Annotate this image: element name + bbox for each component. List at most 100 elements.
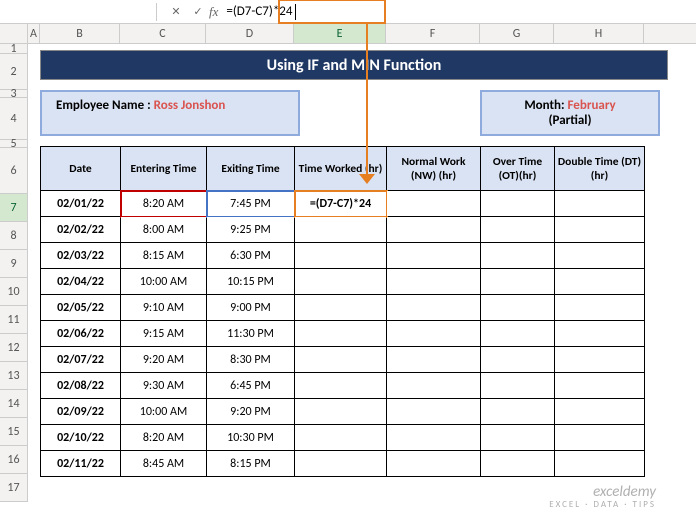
cell[interactable]: 10:15 PM: [207, 269, 295, 295]
cell[interactable]: [387, 321, 481, 347]
cell[interactable]: 02/06/22: [41, 321, 121, 347]
table-row[interactable]: 02/06/229:15 AM11:30 PM: [41, 321, 645, 347]
table-row[interactable]: 02/03/228:15 AM6:30 PM: [41, 243, 645, 269]
row-10[interactable]: 10: [0, 278, 28, 306]
cell[interactable]: [555, 295, 645, 321]
cell[interactable]: [295, 373, 387, 399]
cell[interactable]: 9:10 AM: [121, 295, 207, 321]
cell[interactable]: [387, 217, 481, 243]
cell-worked-editing[interactable]: =(D7-C7)*24: [295, 191, 387, 217]
cell[interactable]: 9:00 PM: [207, 295, 295, 321]
row-16[interactable]: 16: [0, 446, 28, 474]
cell[interactable]: [481, 373, 555, 399]
row-13[interactable]: 13: [0, 362, 28, 390]
table-row[interactable]: 02/05/229:10 AM9:00 PM: [41, 295, 645, 321]
cell[interactable]: 8:00 AM: [121, 217, 207, 243]
cell[interactable]: [481, 347, 555, 373]
row-1[interactable]: 1: [0, 44, 28, 54]
cell[interactable]: 6:30 PM: [207, 243, 295, 269]
cell[interactable]: [387, 191, 481, 217]
cell[interactable]: 02/04/22: [41, 269, 121, 295]
cell[interactable]: 02/07/22: [41, 347, 121, 373]
cell[interactable]: [481, 321, 555, 347]
col-e[interactable]: E: [294, 24, 386, 43]
col-c[interactable]: C: [120, 24, 206, 43]
cell[interactable]: [481, 399, 555, 425]
cell[interactable]: [481, 243, 555, 269]
cell[interactable]: [481, 451, 555, 477]
row-3[interactable]: 3: [0, 90, 28, 98]
cell[interactable]: [555, 321, 645, 347]
cell[interactable]: 02/11/22: [41, 451, 121, 477]
fx-icon[interactable]: fx: [209, 4, 218, 20]
cell[interactable]: [555, 373, 645, 399]
cell[interactable]: [295, 243, 387, 269]
cell[interactable]: [555, 399, 645, 425]
table-row[interactable]: 02/10/228:20 AM10:30 PM: [41, 425, 645, 451]
row-12[interactable]: 12: [0, 334, 28, 362]
cell[interactable]: 9:20 PM: [207, 399, 295, 425]
cell[interactable]: [295, 347, 387, 373]
cell[interactable]: [555, 425, 645, 451]
row-8[interactable]: 8: [0, 222, 28, 250]
cell[interactable]: [387, 451, 481, 477]
col-d[interactable]: D: [206, 24, 294, 43]
cell[interactable]: 9:30 AM: [121, 373, 207, 399]
row-7[interactable]: 7: [0, 194, 28, 222]
cell[interactable]: 9:25 PM: [207, 217, 295, 243]
row-5[interactable]: 5: [0, 140, 28, 148]
cell[interactable]: [387, 243, 481, 269]
table-row[interactable]: 02/08/229:30 AM6:45 PM: [41, 373, 645, 399]
formula-input[interactable]: =(D7-C7)*24: [226, 4, 292, 19]
row-9[interactable]: 9: [0, 250, 28, 278]
col-a[interactable]: A: [28, 24, 40, 43]
cell-enter[interactable]: 8:20 AM: [121, 191, 207, 217]
cell[interactable]: [481, 425, 555, 451]
cell[interactable]: [555, 269, 645, 295]
cell[interactable]: [387, 347, 481, 373]
cell[interactable]: [481, 295, 555, 321]
table-row[interactable]: 02/02/228:00 AM9:25 PM: [41, 217, 645, 243]
cell[interactable]: [387, 295, 481, 321]
cell-exit[interactable]: 7:45 PM: [207, 191, 295, 217]
cell[interactable]: [387, 399, 481, 425]
col-g[interactable]: G: [480, 24, 554, 43]
row-14[interactable]: 14: [0, 390, 28, 418]
cell[interactable]: [295, 399, 387, 425]
cell[interactable]: 02/10/22: [41, 425, 121, 451]
cell-date[interactable]: 02/01/22: [41, 191, 121, 217]
cell[interactable]: [387, 373, 481, 399]
cell[interactable]: 9:15 AM: [121, 321, 207, 347]
table-row[interactable]: 02/01/22 8:20 AM 7:45 PM =(D7-C7)*24: [41, 191, 645, 217]
cell[interactable]: [555, 217, 645, 243]
col-f[interactable]: F: [386, 24, 480, 43]
table-row[interactable]: 02/09/2210:00 AM9:20 PM: [41, 399, 645, 425]
cell[interactable]: [481, 191, 555, 217]
cell[interactable]: 02/08/22: [41, 373, 121, 399]
cell[interactable]: 11:30 PM: [207, 321, 295, 347]
row-11[interactable]: 11: [0, 306, 28, 334]
cell[interactable]: 02/02/22: [41, 217, 121, 243]
table-row[interactable]: 02/07/229:20 AM8:30 PM: [41, 347, 645, 373]
row-17[interactable]: 17: [0, 474, 28, 502]
cell[interactable]: [555, 191, 645, 217]
cell[interactable]: 10:00 AM: [121, 269, 207, 295]
cell[interactable]: 8:20 AM: [121, 425, 207, 451]
cell[interactable]: [295, 451, 387, 477]
cell[interactable]: [555, 347, 645, 373]
cell[interactable]: 8:30 PM: [207, 347, 295, 373]
cell[interactable]: [555, 451, 645, 477]
cell[interactable]: 10:00 AM: [121, 399, 207, 425]
col-b[interactable]: B: [40, 24, 120, 43]
cancel-icon[interactable]: ✕: [169, 5, 183, 19]
cell[interactable]: 6:45 PM: [207, 373, 295, 399]
cell[interactable]: 8:15 AM: [121, 243, 207, 269]
confirm-icon[interactable]: ✓: [191, 5, 205, 19]
table-row[interactable]: 02/04/2210:00 AM10:15 PM: [41, 269, 645, 295]
cell[interactable]: 02/05/22: [41, 295, 121, 321]
cell[interactable]: 10:30 PM: [207, 425, 295, 451]
col-h[interactable]: H: [554, 24, 644, 43]
cell[interactable]: 02/09/22: [41, 399, 121, 425]
cell[interactable]: 8:45 AM: [121, 451, 207, 477]
table-row[interactable]: 02/11/228:45 AM8:15 PM: [41, 451, 645, 477]
